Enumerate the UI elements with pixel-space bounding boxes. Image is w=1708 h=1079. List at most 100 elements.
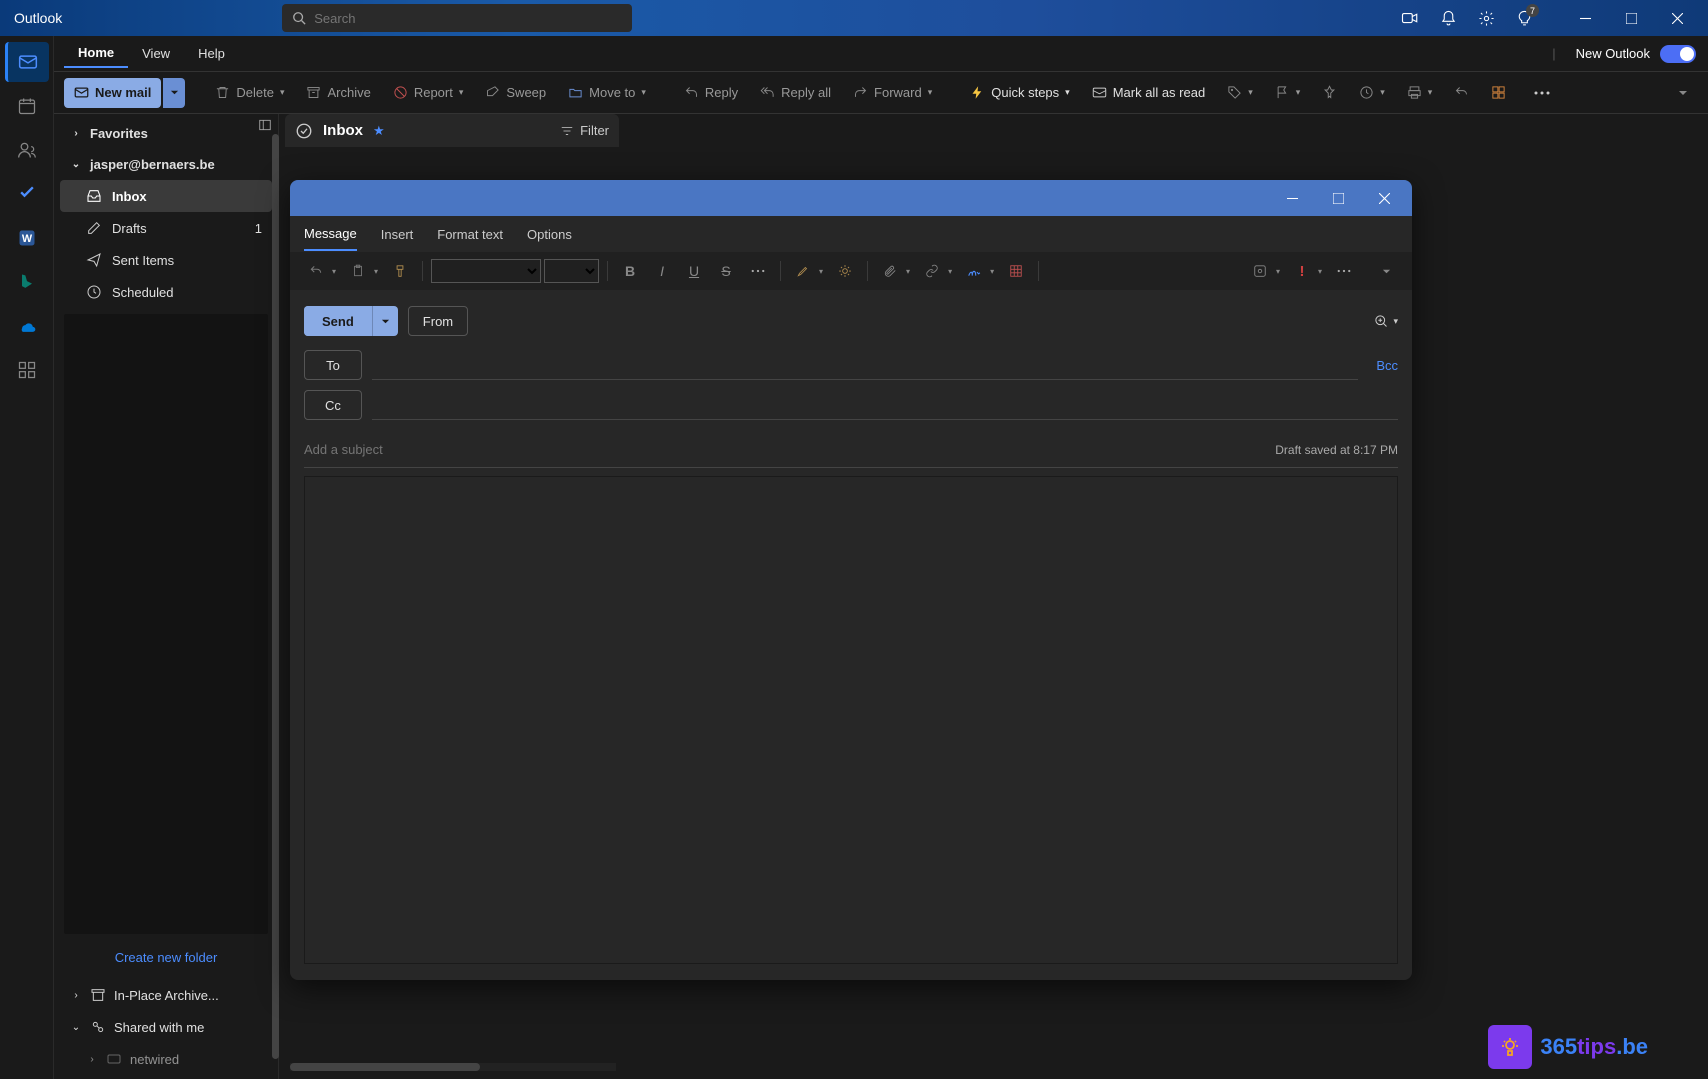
pin-button[interactable] [1314, 78, 1345, 108]
toolbar-collapse-button[interactable] [1670, 78, 1696, 108]
format-painter-icon[interactable] [386, 257, 414, 285]
compose-body-area[interactable] [304, 476, 1398, 964]
bell-icon[interactable] [1438, 8, 1458, 28]
move-to-button[interactable]: Move to▾ [560, 78, 654, 108]
table-icon[interactable] [1002, 257, 1030, 285]
importance-icon[interactable]: ! [1288, 257, 1316, 285]
inbox-title: Inbox [323, 122, 363, 139]
report-button[interactable]: Report▾ [385, 78, 472, 108]
delete-button[interactable]: Delete▾ [207, 78, 292, 108]
reply-button[interactable]: Reply [676, 78, 746, 108]
undo-icon[interactable] [302, 257, 330, 285]
rail-apps[interactable] [5, 350, 49, 390]
meet-now-icon[interactable] [1400, 8, 1420, 28]
compose-maximize[interactable] [1318, 180, 1358, 216]
signature-icon[interactable] [960, 257, 988, 285]
menu-view[interactable]: View [128, 40, 184, 67]
tag-button[interactable]: ▾ [1219, 78, 1261, 108]
folder-sent[interactable]: Sent Items [60, 244, 272, 276]
account-header[interactable]: ⌄ jasper@bernaers.be [60, 149, 272, 180]
folder-scrollbar[interactable] [272, 134, 279, 1059]
cc-button[interactable]: Cc [304, 390, 362, 420]
send-dropdown[interactable] [372, 306, 398, 336]
quick-steps-button[interactable]: Quick steps▾ [962, 78, 1077, 108]
paste-icon[interactable] [344, 257, 372, 285]
sweep-button[interactable]: Sweep [477, 78, 554, 108]
toggle-switch[interactable] [1660, 45, 1696, 63]
star-icon[interactable]: ★ [373, 123, 385, 139]
folder-inbox[interactable]: Inbox [60, 180, 272, 212]
to-button[interactable]: To [304, 350, 362, 380]
folder-archive-header[interactable]: › In-Place Archive... [60, 979, 272, 1011]
minimize-button[interactable] [1562, 0, 1608, 36]
link-icon[interactable] [918, 257, 946, 285]
folder-shared-header[interactable]: ⌄ Shared with me [60, 1011, 272, 1043]
to-field[interactable] [372, 350, 1358, 380]
rail-todo[interactable] [5, 174, 49, 214]
print-button[interactable]: ▾ [1399, 78, 1441, 108]
board-button[interactable] [1483, 78, 1514, 108]
bcc-link[interactable]: Bcc [1376, 358, 1398, 373]
search-input[interactable] [314, 11, 622, 26]
toolbar-more-button[interactable] [1526, 78, 1558, 108]
flag-button[interactable]: ▾ [1267, 78, 1309, 108]
rail-calendar[interactable] [5, 86, 49, 126]
undo-button[interactable] [1446, 78, 1477, 108]
compose-more-icon[interactable] [1330, 257, 1358, 285]
styles-icon[interactable] [831, 257, 859, 285]
from-button[interactable]: From [408, 306, 468, 336]
new-outlook-toggle[interactable]: | New Outlook [1552, 45, 1696, 63]
tips-icon[interactable]: 7 [1514, 8, 1534, 28]
watermark: 365tips.be [1488, 1025, 1648, 1069]
compose-toolbar-collapse[interactable] [1372, 257, 1400, 285]
favorites-header[interactable]: › Favorites [60, 118, 272, 149]
font-family-select[interactable] [431, 259, 541, 283]
rail-bing[interactable] [5, 262, 49, 302]
rail-onedrive[interactable] [5, 306, 49, 346]
new-mail-button[interactable]: New mail [64, 78, 161, 108]
horizontal-scrollbar[interactable] [290, 1063, 616, 1071]
rail-mail[interactable] [5, 42, 49, 82]
compose-minimize[interactable] [1272, 180, 1312, 216]
rail-people[interactable] [5, 130, 49, 170]
folder-drafts[interactable]: Drafts 1 [60, 212, 272, 244]
underline-icon[interactable]: U [680, 257, 708, 285]
italic-icon[interactable]: I [648, 257, 676, 285]
archive-button[interactable]: Archive [298, 78, 378, 108]
pane-toggle-icon[interactable] [258, 118, 272, 132]
search-box[interactable] [282, 4, 632, 32]
cc-field[interactable] [372, 390, 1398, 420]
list-header: Inbox ★ Filter [285, 114, 619, 147]
rail-word[interactable]: W [5, 218, 49, 258]
strikethrough-icon[interactable]: S [712, 257, 740, 285]
sensitivity-icon[interactable] [1246, 257, 1274, 285]
menu-help[interactable]: Help [184, 40, 239, 67]
filter-button[interactable]: Filter [560, 123, 609, 138]
tab-format-text[interactable]: Format text [437, 219, 503, 250]
snooze-button[interactable]: ▾ [1351, 78, 1393, 108]
zoom-button[interactable]: ▾ [1374, 314, 1398, 329]
font-size-select[interactable] [544, 259, 599, 283]
folder-scheduled[interactable]: Scheduled [60, 276, 272, 308]
tab-options[interactable]: Options [527, 219, 572, 250]
send-button[interactable]: Send [304, 306, 372, 336]
tab-insert[interactable]: Insert [381, 219, 414, 250]
gear-icon[interactable] [1476, 8, 1496, 28]
bold-icon[interactable]: B [616, 257, 644, 285]
mark-all-read-button[interactable]: Mark all as read [1084, 78, 1213, 108]
subject-field[interactable] [304, 442, 1275, 457]
maximize-button[interactable] [1608, 0, 1654, 36]
folder-netwired[interactable]: › netwired [60, 1043, 272, 1075]
close-button[interactable] [1654, 0, 1700, 36]
menu-home[interactable]: Home [64, 39, 128, 68]
attach-icon[interactable] [876, 257, 904, 285]
compose-close[interactable] [1364, 180, 1404, 216]
forward-button[interactable]: Forward▾ [845, 78, 940, 108]
reply-all-button[interactable]: Reply all [752, 78, 839, 108]
tab-message[interactable]: Message [304, 218, 357, 251]
select-all-icon[interactable] [295, 122, 313, 140]
more-formatting-icon[interactable] [744, 257, 772, 285]
new-mail-dropdown[interactable] [163, 78, 185, 108]
create-folder-link[interactable]: Create new folder [60, 940, 272, 975]
highlight-icon[interactable] [789, 257, 817, 285]
